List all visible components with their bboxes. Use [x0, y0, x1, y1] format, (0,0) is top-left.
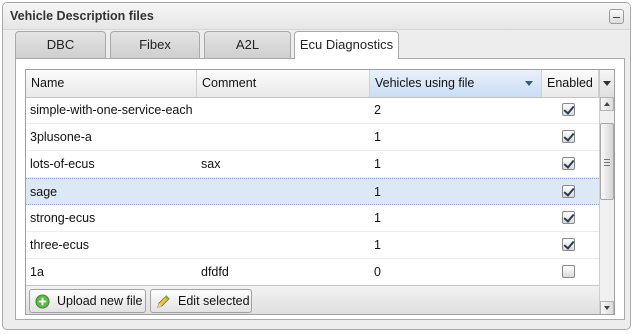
cell-vehicles: 1 [374, 157, 381, 171]
cell-comment [197, 205, 370, 231]
column-header-name[interactable]: Name [26, 70, 197, 97]
table-row[interactable]: simple-with-one-service-each 2 [26, 97, 599, 124]
scroll-down-arrow-icon[interactable] [600, 301, 614, 314]
cell-comment: sax [201, 157, 221, 171]
column-comment-label: Comment [202, 76, 257, 90]
cell-vehicles: 2 [374, 103, 381, 117]
column-header-comment[interactable]: Comment [197, 70, 370, 97]
grid-rows: simple-with-one-service-each 2 3plusone-a 1… [26, 97, 599, 286]
column-menu-button[interactable] [599, 70, 614, 97]
grip-line [604, 159, 610, 160]
cell-comment [197, 97, 370, 123]
column-name-label: Name [31, 76, 65, 90]
enabled-checkbox[interactable] [562, 103, 575, 116]
pencil-icon [157, 295, 170, 308]
table-row[interactable]: strong-ecus 1 [26, 205, 599, 232]
grid-header: Name Comment Vehicles using file Enabled [26, 70, 614, 98]
cell-name: strong-ecus [30, 211, 96, 225]
chevron-down-icon [603, 81, 611, 86]
column-header-vehicles[interactable]: Vehicles using file [370, 70, 542, 97]
panel-header: Vehicle Description files [3, 3, 630, 30]
cell-vehicles: 0 [374, 265, 381, 279]
scroll-up-arrow-icon[interactable] [600, 97, 614, 111]
files-grid: Name Comment Vehicles using file Enabled… [25, 69, 615, 315]
cell-name: sage [30, 185, 58, 199]
table-row[interactable]: 3plusone-a 1 [26, 124, 599, 151]
tab-a2l[interactable]: A2L [204, 31, 291, 58]
cell-comment: dfdfd [201, 265, 229, 279]
plus-circle-icon [35, 294, 50, 309]
tab-fibex[interactable]: Fibex [110, 31, 200, 58]
tab-dbc[interactable]: DBC [15, 31, 106, 58]
cell-name: simple-with-one-service-each [30, 103, 193, 117]
vertical-scrollbar[interactable] [599, 97, 614, 314]
cell-comment [197, 232, 370, 258]
cell-comment [197, 124, 370, 150]
cell-vehicles: 1 [374, 211, 381, 225]
enabled-checkbox[interactable] [562, 265, 575, 278]
table-row[interactable]: three-ecus 1 [26, 232, 599, 259]
enabled-checkbox[interactable] [562, 185, 575, 198]
cell-name: 3plusone-a [30, 130, 92, 144]
upload-button-label: Upload new file [57, 294, 143, 308]
cell-vehicles: 1 [374, 185, 381, 199]
table-row[interactable]: 1a dfdfd 0 [26, 259, 599, 286]
upload-new-file-button[interactable]: Upload new file [29, 289, 146, 313]
cell-name: 1a [30, 265, 44, 279]
edit-button-label: Edit selected [178, 294, 250, 308]
cell-vehicles: 1 [374, 238, 381, 252]
sort-descending-icon [525, 81, 533, 86]
vehicle-description-panel: Vehicle Description files DBC Fibex A2L … [2, 2, 631, 330]
edit-selected-button[interactable]: Edit selected [150, 289, 252, 313]
minus-icon [613, 17, 620, 18]
grip-line [604, 162, 610, 163]
enabled-checkbox[interactable] [562, 130, 575, 143]
scrollbar-thumb[interactable] [600, 123, 614, 200]
enabled-checkbox[interactable] [562, 157, 575, 170]
collapse-button[interactable] [609, 9, 624, 24]
table-row[interactable]: sage 1 [26, 178, 599, 205]
grip-line [604, 165, 610, 166]
cell-name: three-ecus [30, 238, 90, 252]
cell-name: lots-of-ecus [30, 157, 95, 171]
enabled-checkbox[interactable] [562, 238, 575, 251]
panel-title: Vehicle Description files [10, 9, 154, 23]
cell-vehicles: 1 [374, 130, 381, 144]
column-vehicles-label: Vehicles using file [375, 76, 475, 90]
table-row[interactable]: lots-of-ecus sax 1 [26, 151, 599, 178]
grid-toolbar: Upload new file Edit selected [26, 285, 599, 314]
cell-comment [197, 179, 370, 205]
column-enabled-label: Enabled [547, 76, 593, 90]
tab-ecu-diagnostics[interactable]: Ecu Diagnostics [294, 31, 399, 59]
column-header-enabled[interactable]: Enabled [542, 70, 599, 97]
enabled-checkbox[interactable] [562, 211, 575, 224]
tab-content: Name Comment Vehicles using file Enabled… [15, 58, 625, 320]
